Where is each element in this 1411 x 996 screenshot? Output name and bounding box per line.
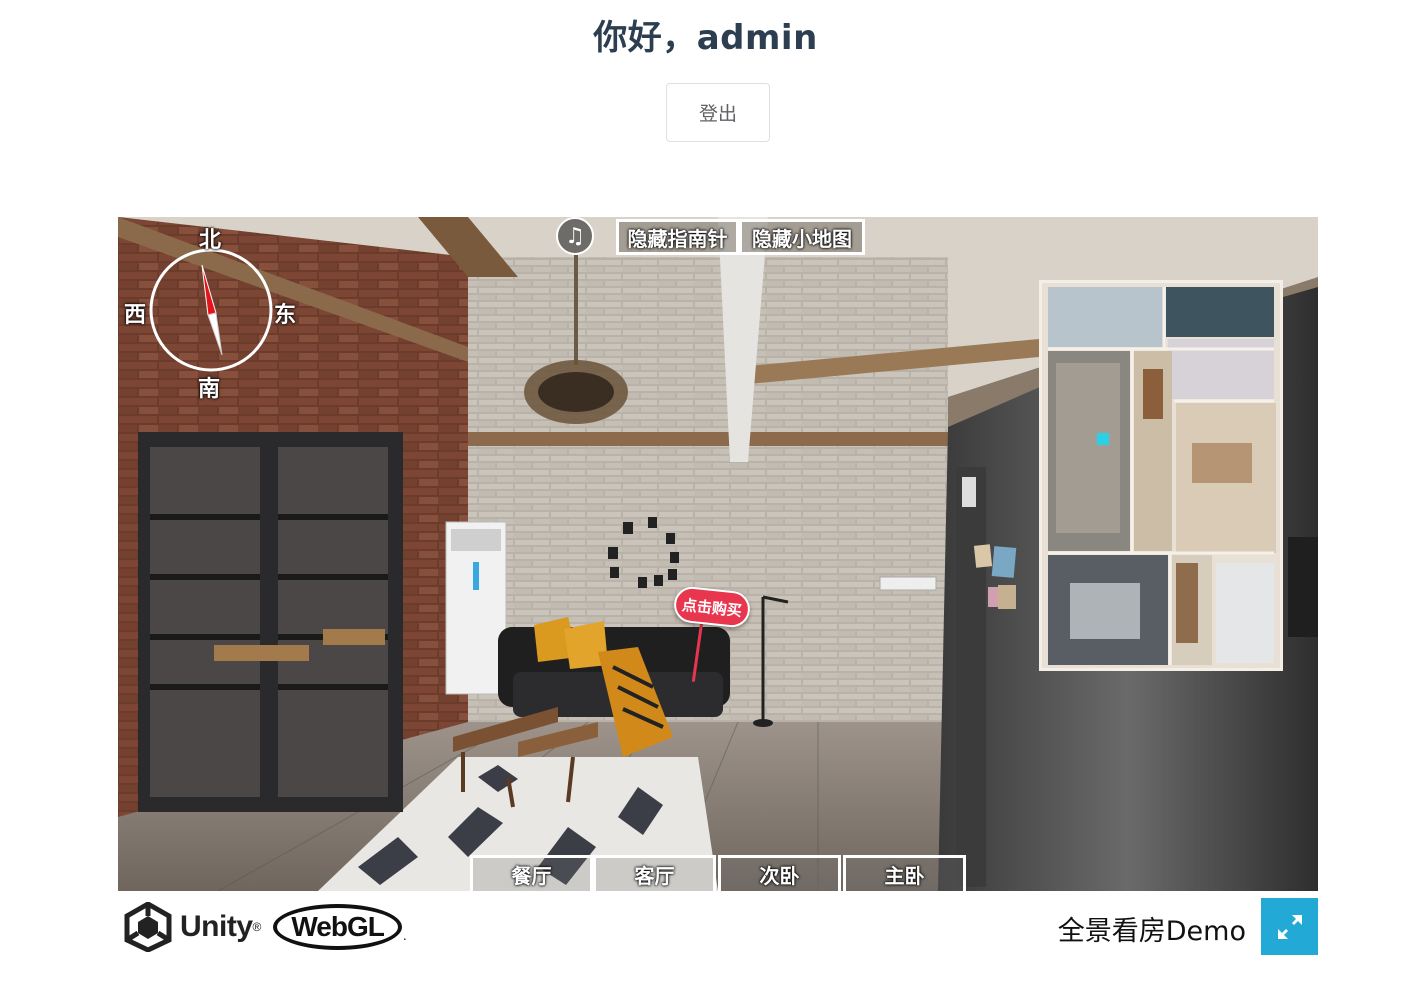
minimap[interactable] [1039, 280, 1283, 671]
unity-wordmark: Unity [180, 910, 253, 943]
unity-trademark: ® [252, 920, 262, 934]
webgl-dot: . [402, 927, 407, 943]
compass-west-label: 西 [124, 303, 147, 328]
compass: 北 南 东 西 [118, 217, 308, 407]
room-button-living[interactable]: 客厅 [593, 855, 716, 891]
hide-minimap-button[interactable]: 隐藏小地图 [739, 219, 865, 255]
unity-cube-icon [124, 902, 172, 952]
fullscreen-button[interactable] [1261, 898, 1318, 955]
webgl-text: WebGL [291, 911, 384, 942]
unity-footer: Unity ® WebGL . 全景看房Demo [118, 891, 1318, 955]
compass-south-label: 南 [198, 377, 221, 402]
music-note-icon: ♫ [565, 223, 585, 249]
hide-compass-button[interactable]: 隐藏指南针 [616, 219, 739, 255]
compass-north-label: 北 [199, 228, 222, 253]
webgl-wordmark: WebGL [273, 904, 402, 950]
demo-title: 全景看房Demo [1057, 916, 1246, 947]
room-button-second-bedroom[interactable]: 次卧 [718, 855, 841, 891]
unity-webgl-logo: Unity ® WebGL . [124, 899, 407, 955]
floorplan-map-icon [1042, 283, 1280, 668]
room-button-master-bedroom[interactable]: 主卧 [843, 855, 966, 891]
expand-icon [1277, 914, 1302, 939]
page-greeting: 你好，admin [593, 18, 818, 58]
compass-east-label: 东 [274, 303, 297, 328]
unity-canvas[interactable]: 北 南 东 西 ♫ 隐藏指南针 隐藏小地图 点击购买 餐厅 客厅 次卧 主卧 [118, 217, 1318, 891]
unity-container: 北 南 东 西 ♫ 隐藏指南针 隐藏小地图 点击购买 餐厅 客厅 次卧 主卧 U… [118, 217, 1318, 955]
logout-button[interactable]: 登出 [666, 83, 770, 142]
music-toggle-button[interactable]: ♫ [556, 217, 594, 255]
room-button-dining[interactable]: 餐厅 [470, 855, 593, 891]
